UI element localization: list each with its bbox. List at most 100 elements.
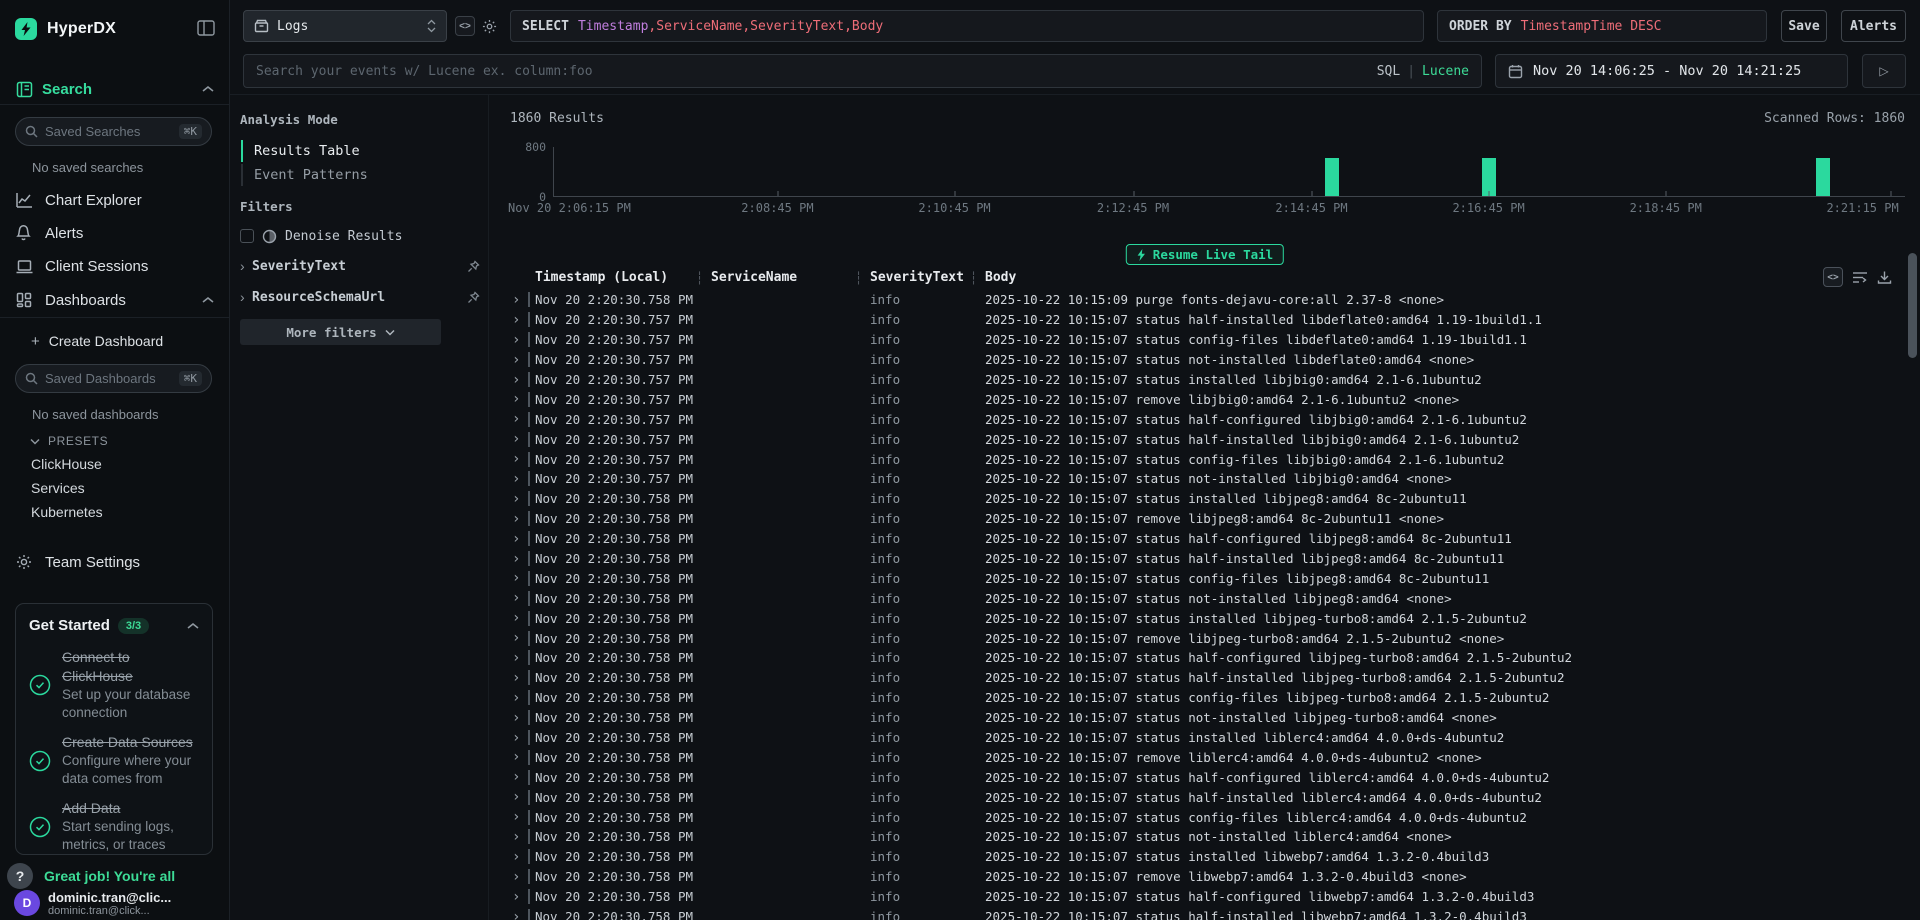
vertical-scrollbar-thumb[interactable]	[1908, 253, 1917, 358]
saved-searches-input[interactable]: Saved Searches ⌘K	[15, 117, 212, 146]
table-row[interactable]: ›Nov 20 2:20:30.758 PMinfo2025-10-22 10:…	[490, 827, 1900, 847]
get-started-step-connect[interactable]: Connect to ClickHouseSet up your databas…	[29, 648, 199, 722]
row-expand-chevron[interactable]: ›	[512, 630, 528, 646]
brand-logo[interactable]: HyperDX	[15, 16, 215, 42]
table-row[interactable]: ›Nov 20 2:20:30.758 PMinfo2025-10-22 10:…	[490, 708, 1900, 728]
order-by-input[interactable]: ORDER BYTimestampTime DESC	[1437, 10, 1767, 42]
table-row[interactable]: ›Nov 20 2:20:30.758 PMinfo2025-10-22 10:…	[490, 728, 1900, 748]
chevron-up-icon[interactable]	[202, 296, 214, 304]
table-row[interactable]: ›Nov 20 2:20:30.758 PMinfo2025-10-22 10:…	[490, 568, 1900, 588]
row-expand-chevron[interactable]: ›	[512, 769, 528, 785]
mode-results-table[interactable]: Results Table	[241, 140, 431, 162]
results-histogram[interactable]	[553, 147, 1905, 197]
preset-clickhouse[interactable]: ClickHouse	[31, 452, 102, 476]
row-expand-chevron[interactable]: ›	[512, 570, 528, 586]
more-filters-button[interactable]: More filters	[240, 319, 441, 345]
row-expand-chevron[interactable]: ›	[512, 451, 528, 467]
denoise-checkbox[interactable]	[240, 229, 254, 243]
table-row[interactable]: ›Nov 20 2:20:30.758 PMinfo2025-10-22 10:…	[490, 668, 1900, 688]
code-view-button[interactable]: <>	[455, 16, 475, 36]
preset-services[interactable]: Services	[31, 476, 85, 500]
row-expand-chevron[interactable]: ›	[512, 590, 528, 606]
column-header-severitytext[interactable]: SeverityText	[863, 270, 978, 285]
row-expand-chevron[interactable]: ›	[512, 650, 528, 666]
row-expand-chevron[interactable]: ›	[512, 531, 528, 547]
run-query-button[interactable]: ▷	[1862, 54, 1906, 88]
presets-toggle[interactable]: PRESETS	[30, 432, 108, 450]
preset-kubernetes[interactable]: Kubernetes	[31, 500, 103, 524]
table-row[interactable]: ›Nov 20 2:20:30.758 PMinfo2025-10-22 10:…	[490, 807, 1900, 827]
column-header-servicename[interactable]: ServiceName	[704, 270, 863, 285]
columns-code-button[interactable]: <>	[1823, 267, 1843, 287]
row-expand-chevron[interactable]: ›	[512, 312, 528, 328]
denoise-results-toggle[interactable]: Denoise Results	[240, 226, 470, 246]
event-search-input[interactable]	[256, 64, 1377, 79]
sidebar-item-search[interactable]: Search	[16, 78, 214, 100]
table-row[interactable]: ›Nov 20 2:20:30.758 PMinfo2025-10-22 10:…	[490, 847, 1900, 867]
download-button[interactable]	[1877, 270, 1892, 285]
table-row[interactable]: ›Nov 20 2:20:30.757 PMinfo2025-10-22 10:…	[490, 469, 1900, 489]
row-expand-chevron[interactable]: ›	[512, 869, 528, 885]
row-expand-chevron[interactable]: ›	[512, 889, 528, 905]
table-row[interactable]: ›Nov 20 2:20:30.758 PMinfo2025-10-22 10:…	[490, 529, 1900, 549]
table-row[interactable]: ›Nov 20 2:20:30.757 PMinfo2025-10-22 10:…	[490, 449, 1900, 469]
table-row[interactable]: ›Nov 20 2:20:30.757 PMinfo2025-10-22 10:…	[490, 350, 1900, 370]
table-row[interactable]: ›Nov 20 2:20:30.757 PMinfo2025-10-22 10:…	[490, 389, 1900, 409]
sidebar-item-client-sessions[interactable]: Client Sessions	[16, 252, 214, 280]
language-sql-option[interactable]: SQL	[1377, 64, 1400, 79]
sidebar-item-alerts[interactable]: Alerts	[16, 219, 214, 247]
row-expand-chevron[interactable]: ›	[512, 511, 528, 527]
sidebar-collapse-icon[interactable]	[197, 20, 215, 36]
table-row[interactable]: ›Nov 20 2:20:30.758 PMinfo2025-10-22 10:…	[490, 549, 1900, 569]
resume-live-tail-button[interactable]: Resume Live Tail	[1126, 244, 1284, 265]
column-header-body[interactable]: Body	[978, 270, 1820, 285]
saved-dashboards-input[interactable]: Saved Dashboards ⌘K	[15, 364, 212, 393]
alerts-button[interactable]: Alerts	[1841, 10, 1906, 42]
row-expand-chevron[interactable]: ›	[512, 471, 528, 487]
filter-group-severitytext[interactable]: › SeverityText	[240, 256, 480, 276]
language-lucene-option[interactable]: Lucene	[1422, 64, 1469, 79]
sidebar-item-chart-explorer[interactable]: Chart Explorer	[16, 186, 214, 214]
row-expand-chevron[interactable]: ›	[512, 411, 528, 427]
row-expand-chevron[interactable]: ›	[512, 352, 528, 368]
row-expand-chevron[interactable]: ›	[512, 431, 528, 447]
table-row[interactable]: ›Nov 20 2:20:30.757 PMinfo2025-10-22 10:…	[490, 330, 1900, 350]
sidebar-item-team-settings[interactable]: Team Settings	[16, 548, 214, 576]
row-expand-chevron[interactable]: ›	[512, 730, 528, 746]
column-header-timestamp[interactable]: Timestamp (Local)	[528, 270, 704, 285]
row-expand-chevron[interactable]: ›	[512, 292, 528, 308]
table-row[interactable]: ›Nov 20 2:20:30.758 PMinfo2025-10-22 10:…	[490, 608, 1900, 628]
mode-event-patterns[interactable]: Event Patterns	[241, 164, 431, 186]
row-expand-chevron[interactable]: ›	[512, 710, 528, 726]
table-row[interactable]: ›Nov 20 2:20:30.758 PMinfo2025-10-22 10:…	[490, 747, 1900, 767]
table-row[interactable]: ›Nov 20 2:20:30.758 PMinfo2025-10-22 10:…	[490, 887, 1900, 907]
wrap-lines-button[interactable]	[1852, 270, 1868, 284]
save-button[interactable]: Save	[1781, 10, 1827, 42]
row-expand-chevron[interactable]: ›	[512, 332, 528, 348]
row-expand-chevron[interactable]: ›	[512, 789, 528, 805]
table-row[interactable]: ›Nov 20 2:20:30.758 PMinfo2025-10-22 10:…	[490, 489, 1900, 509]
table-row[interactable]: ›Nov 20 2:20:30.758 PMinfo2025-10-22 10:…	[490, 787, 1900, 807]
row-expand-chevron[interactable]: ›	[512, 551, 528, 567]
get-started-step-sources[interactable]: Create Data SourcesConfigure where your …	[29, 733, 199, 788]
chevron-up-icon[interactable]	[202, 85, 214, 93]
get-started-step-add-data[interactable]: Add DataStart sending logs, metrics, or …	[29, 799, 199, 854]
event-search-input-wrap[interactable]: SQL | Lucene	[243, 54, 1482, 88]
row-expand-chevron[interactable]: ›	[512, 809, 528, 825]
table-row[interactable]: ›Nov 20 2:20:30.757 PMinfo2025-10-22 10:…	[490, 310, 1900, 330]
create-dashboard-button[interactable]: + Create Dashboard	[31, 330, 163, 352]
table-row[interactable]: ›Nov 20 2:20:30.758 PMinfo2025-10-22 10:…	[490, 588, 1900, 608]
row-expand-chevron[interactable]: ›	[512, 909, 528, 920]
row-expand-chevron[interactable]: ›	[512, 491, 528, 507]
table-row[interactable]: ›Nov 20 2:20:30.757 PMinfo2025-10-22 10:…	[490, 409, 1900, 429]
row-expand-chevron[interactable]: ›	[512, 849, 528, 865]
user-menu[interactable]: D dominic.tran@clic... dominic.tran@clic…	[14, 890, 220, 917]
filter-group-resourceschemaurl[interactable]: › ResourceSchemaUrl	[240, 287, 480, 307]
table-row[interactable]: ›Nov 20 2:20:30.758 PMinfo2025-10-22 10:…	[490, 509, 1900, 529]
table-row[interactable]: ›Nov 20 2:20:30.758 PMinfo2025-10-22 10:…	[490, 867, 1900, 887]
table-row[interactable]: ›Nov 20 2:20:30.757 PMinfo2025-10-22 10:…	[490, 429, 1900, 449]
table-row[interactable]: ›Nov 20 2:20:30.758 PMinfo2025-10-22 10:…	[490, 907, 1900, 920]
table-row[interactable]: ›Nov 20 2:20:30.758 PMinfo2025-10-22 10:…	[490, 648, 1900, 668]
source-settings-button[interactable]	[479, 16, 499, 36]
row-expand-chevron[interactable]: ›	[512, 690, 528, 706]
